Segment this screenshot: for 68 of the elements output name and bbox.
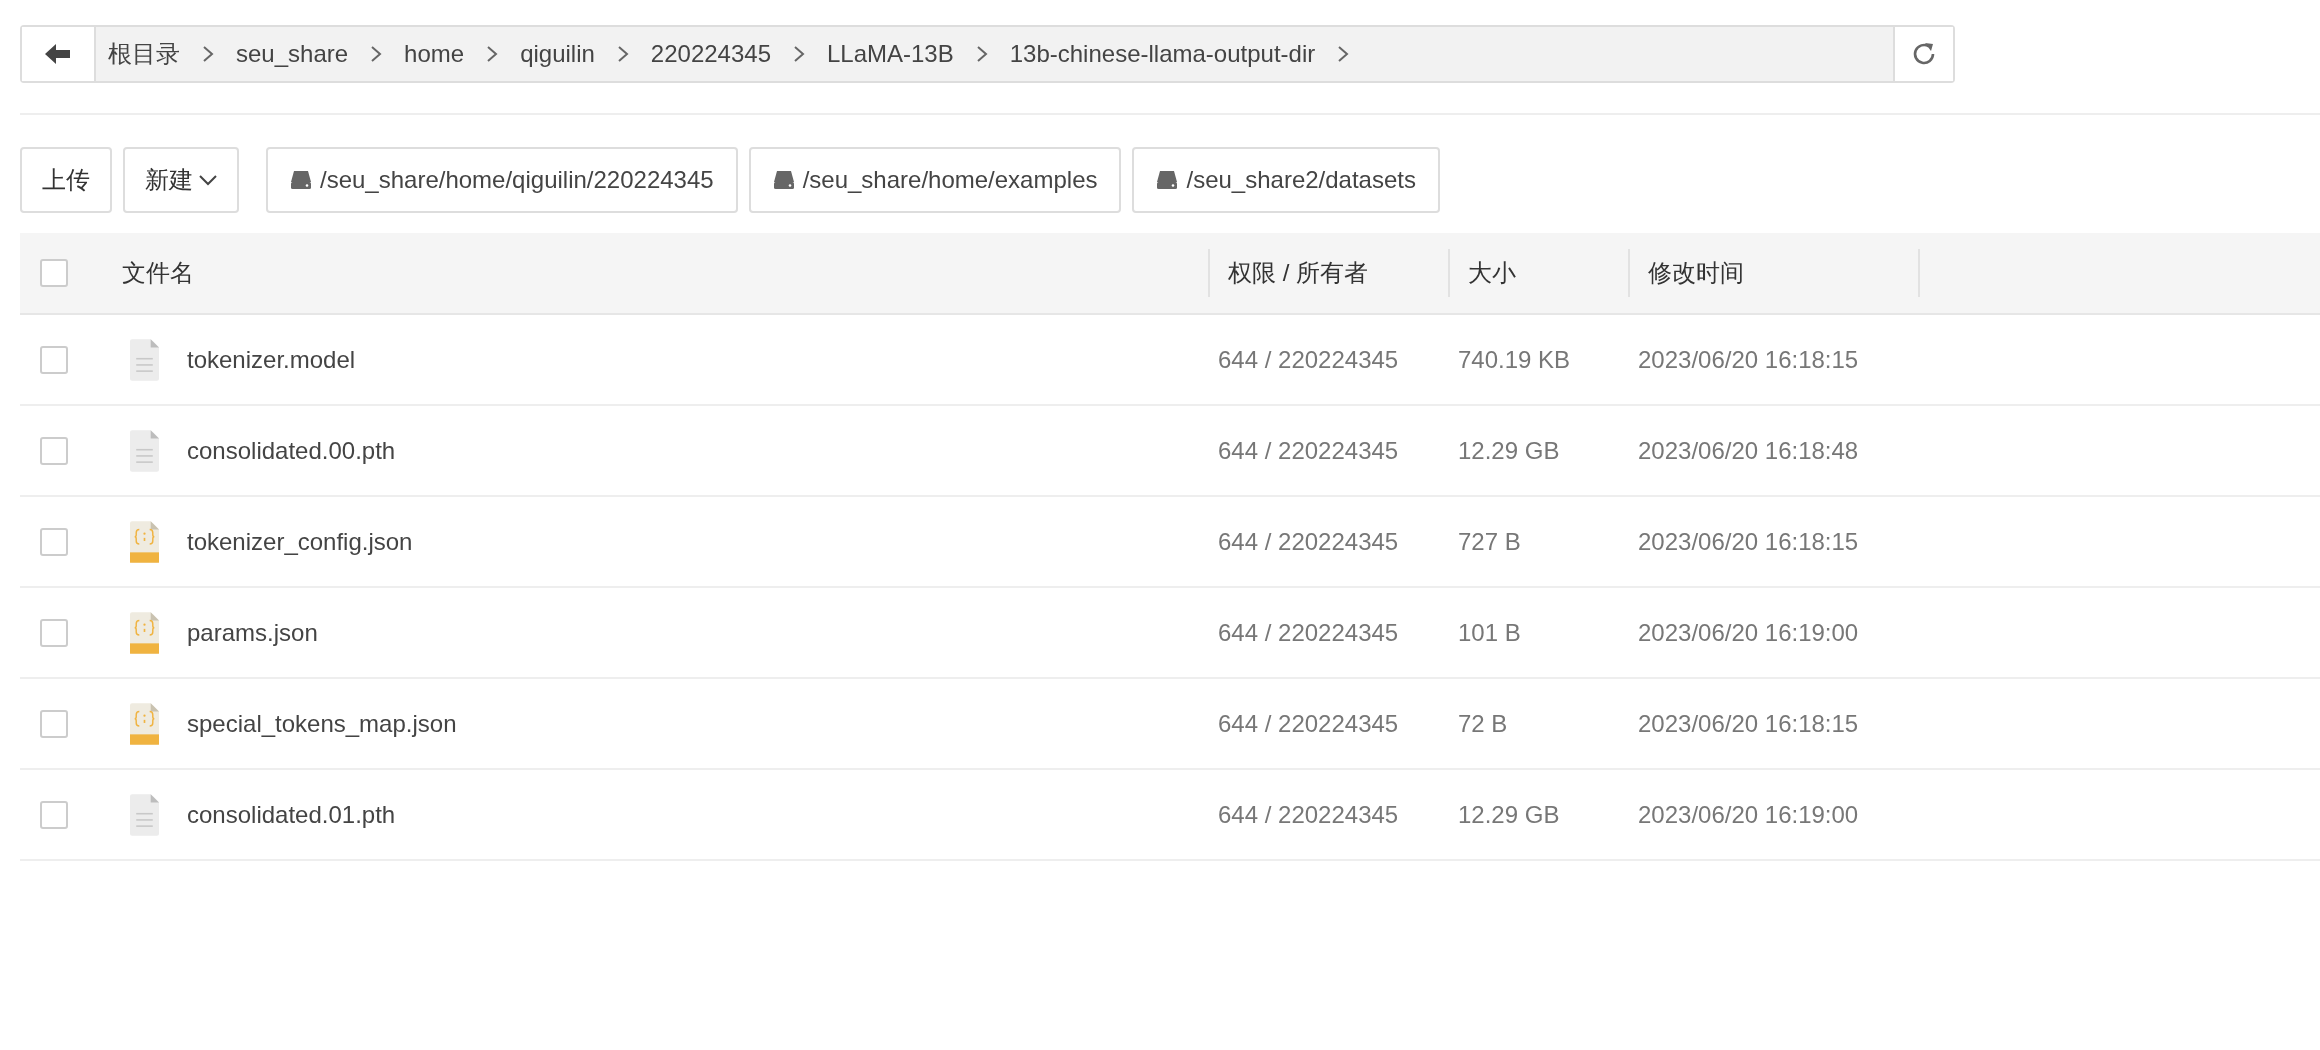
chevron-down-icon [199, 174, 217, 186]
row-checkbox[interactable] [40, 618, 68, 647]
row-checkbox[interactable] [40, 436, 68, 465]
table-cell-text: 12.29 GB [1457, 800, 1561, 829]
table-cell-text: 2023/06/20 16:19:00 [1637, 618, 1860, 647]
chevron-right-icon [793, 45, 805, 63]
file-name-link[interactable]: special_tokens_map.json [187, 709, 457, 738]
chevron-right-icon [1337, 45, 1350, 63]
file-name-link[interactable]: tokenizer.model [187, 345, 356, 374]
file-name-link[interactable]: consolidated.01.pth [187, 800, 396, 829]
select-all-checkbox[interactable] [40, 259, 68, 287]
table-cell-text: 72 B [1457, 709, 1509, 738]
table-cell-text: 727 B [1457, 527, 1522, 556]
refresh-button[interactable] [1893, 27, 1953, 81]
plain-file-icon [130, 338, 159, 381]
file-name-link[interactable]: consolidated.00.pth [187, 436, 396, 465]
table-cell-text: 644 / 220224345 [1217, 527, 1400, 556]
chevron-right-icon [975, 45, 988, 63]
table-cell-text: 2023/06/20 16:18:48 [1637, 436, 1860, 465]
column-header: 权限 / 所有者 [1208, 249, 1448, 297]
table-cell-text: 740.19 KB [1457, 345, 1572, 374]
breadcrumb-link[interactable]: 根目录 [108, 38, 180, 70]
breadcrumb-link[interactable]: LLaMA-13B [827, 40, 954, 68]
hard-drive-icon [290, 170, 312, 190]
back-button[interactable] [22, 27, 96, 81]
hard-drive-icon [1156, 170, 1179, 190]
breadcrumb-link[interactable]: 220224345 [650, 40, 771, 68]
file-name-link[interactable]: tokenizer_config.json [187, 527, 413, 556]
column-header: 大小 [1448, 249, 1628, 297]
path-shortcut-button[interactable]: /seu_share2/datasets [1132, 147, 1440, 213]
chevron-right-icon [486, 45, 499, 63]
table-cell-text: 644 / 220224345 [1217, 618, 1400, 647]
table-cell-text: 2023/06/20 16:18:15 [1637, 709, 1860, 738]
table-cell-text: 644 / 220224345 [1217, 436, 1400, 465]
plain-file-icon [130, 793, 159, 836]
json-file-icon [130, 702, 159, 745]
row-checkbox[interactable] [40, 345, 68, 374]
table-cell-text: 2023/06/20 16:19:00 [1637, 800, 1860, 829]
breadcrumb-link[interactable]: 13b-chinese-llama-output-dir [1009, 40, 1316, 68]
file-name-link[interactable]: params.json [187, 618, 318, 647]
column-header: 文件名 [122, 258, 195, 288]
chevron-right-icon [202, 45, 214, 63]
upload-button[interactable]: 上传 [20, 147, 112, 213]
path-shortcut-button[interactable]: /seu_share/home/examples [748, 147, 1122, 213]
chevron-right-icon [616, 45, 629, 63]
table-cell-text: 644 / 220224345 [1217, 709, 1400, 738]
path-shortcut-button[interactable]: /seu_share/home/qiguilin/220224345 [266, 147, 738, 213]
chevron-right-icon [370, 45, 383, 63]
table-cell-text: 12.29 GB [1457, 436, 1561, 465]
json-file-icon [130, 520, 159, 563]
table-cell-text: 101 B [1457, 618, 1522, 647]
json-file-icon [130, 611, 159, 654]
refresh-icon [1911, 41, 1937, 67]
plain-file-icon [130, 429, 159, 472]
breadcrumb-link[interactable]: qiguilin [520, 40, 595, 68]
row-checkbox[interactable] [40, 527, 68, 556]
row-checkbox[interactable] [40, 800, 68, 829]
breadcrumb-link[interactable]: home [404, 40, 465, 68]
table-cell-text: 644 / 220224345 [1217, 345, 1400, 374]
hard-drive-icon [772, 170, 795, 190]
table-cell-text: 644 / 220224345 [1217, 800, 1400, 829]
column-header: 修改时间 [1628, 249, 1918, 297]
table-cell-text: 2023/06/20 16:18:15 [1637, 527, 1860, 556]
new-dropdown-button[interactable]: 新建 [123, 147, 239, 213]
breadcrumb-link[interactable]: seu_share [236, 40, 349, 68]
table-cell-text: 2023/06/20 16:18:15 [1637, 345, 1860, 374]
left-arrow-icon [45, 43, 71, 65]
row-checkbox[interactable] [40, 709, 68, 738]
